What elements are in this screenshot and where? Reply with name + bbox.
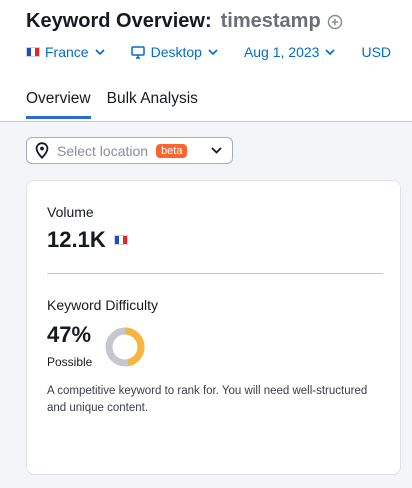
volume-value-row: 12.1K (47, 227, 128, 253)
volume-value: 12.1K (47, 227, 106, 252)
volume-label: Volume (47, 204, 94, 220)
device-filter[interactable]: Desktop (130, 44, 218, 60)
chevron-down-icon (208, 49, 218, 55)
kd-value: 47% (47, 322, 92, 347)
chevron-down-icon (95, 49, 105, 55)
france-flag-icon (26, 47, 40, 57)
device-label: Desktop (150, 44, 202, 60)
tab-bulk-analysis[interactable]: Bulk Analysis (107, 90, 198, 119)
chevron-down-icon (211, 147, 222, 154)
france-flag-icon (113, 235, 128, 245)
desktop-icon (130, 45, 145, 59)
location-placeholder: Select location (57, 142, 149, 159)
date-filter[interactable]: Aug 1, 2023 (244, 44, 336, 60)
keyword-title: timestamp (220, 10, 321, 32)
beta-badge: beta (156, 143, 188, 158)
page-header: Keyword Overview: timestamp France Deskt… (0, 0, 412, 122)
add-icon[interactable] (327, 14, 343, 30)
kd-label: Keyword Difficulty (47, 297, 159, 313)
filters-bar: France Desktop Aug 1, 2023 USD (26, 44, 412, 60)
date-label: Aug 1, 2023 (243, 44, 320, 60)
kd-level: Possible (47, 355, 93, 369)
title-row: Keyword Overview: timestamp (26, 10, 343, 33)
country-filter[interactable]: France (26, 44, 105, 60)
currency-label: USD (361, 44, 392, 60)
location-pin-icon (35, 142, 49, 159)
country-label: France (45, 44, 89, 60)
card-divider (47, 273, 383, 274)
currency-filter[interactable]: USD (361, 44, 391, 60)
kd-donut-chart (105, 327, 145, 367)
overview-card: Volume 12.1K Keyword Difficulty 47% Poss… (26, 180, 401, 475)
tabs-bar: Overview Bulk Analysis (26, 90, 214, 119)
page-title: Keyword Overview: (26, 10, 212, 32)
location-select[interactable]: Select location beta (26, 137, 233, 164)
chevron-down-icon (325, 49, 336, 55)
tab-overview[interactable]: Overview (26, 90, 91, 119)
kd-description: A competitive keyword to rank for. You w… (47, 385, 368, 414)
